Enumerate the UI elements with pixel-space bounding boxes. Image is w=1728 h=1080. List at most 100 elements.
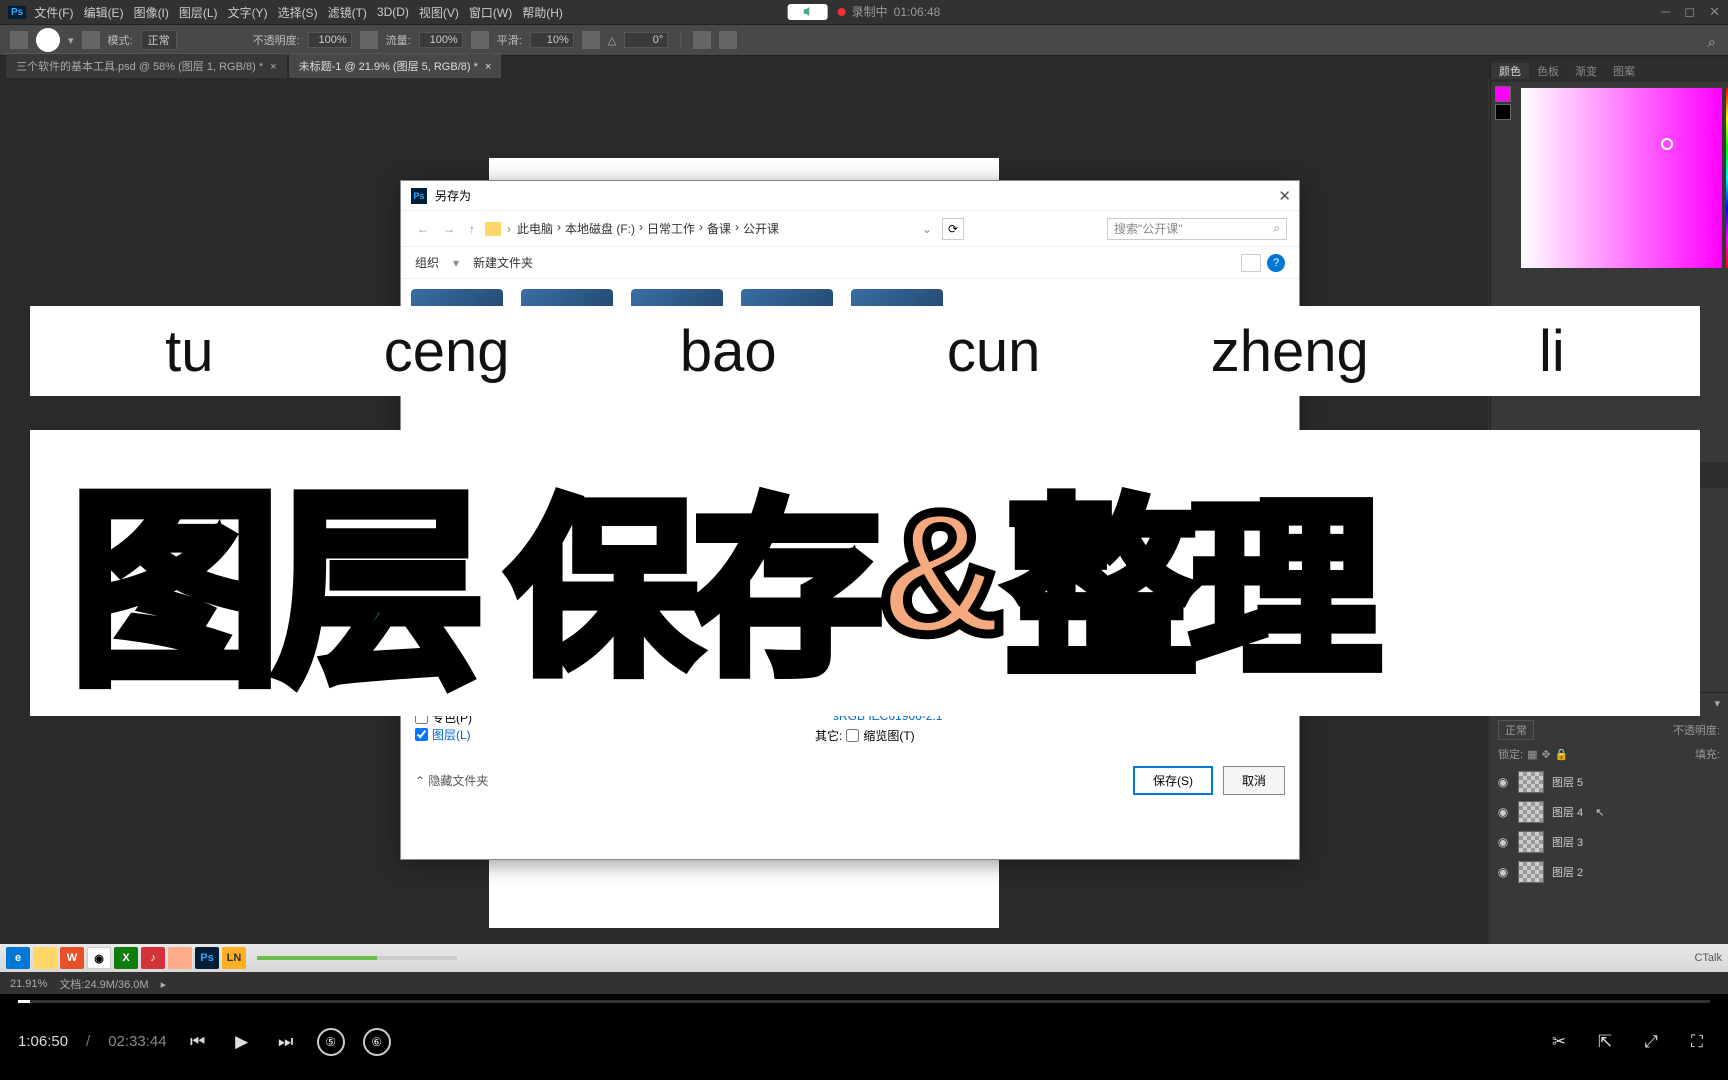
search-icon[interactable]: ⌕ [1708,34,1716,51]
menu-3d[interactable]: 3D(D) [375,5,411,19]
next-icon[interactable]: ⏭ [273,1029,299,1055]
pressure-opacity-icon[interactable] [360,31,378,49]
record-time: 01:06:48 [894,5,941,19]
tab-gradient[interactable]: 渐变 [1567,63,1605,79]
cursor-icon: ↖ [1595,806,1604,819]
maximize-icon[interactable]: ◻ [1684,4,1695,20]
layer-row[interactable]: ◉图层 2 [1490,857,1728,887]
title-ampersand: & [878,473,1004,674]
menu-image[interactable]: 图像(I) [132,4,171,21]
tab-doc-1[interactable]: 三个软件的基本工具.psd @ 58% (图层 1, RGB/8) * × [6,53,287,78]
thumbnail-checkbox[interactable] [846,729,859,742]
angle-value[interactable]: 0° [624,32,668,48]
status-arrow-icon[interactable]: ▸ [161,978,167,991]
blend-mode[interactable]: 正常 [1498,720,1534,740]
opacity-value[interactable]: 100% [308,32,352,48]
menu-help[interactable]: 帮助(H) [520,4,565,21]
nav-back-icon[interactable]: ← [413,222,433,236]
rate-6-button[interactable]: ⑥ [363,1028,391,1056]
menu-filter[interactable]: 滤镜(T) [326,4,369,21]
menu-select[interactable]: 选择(S) [276,4,320,21]
flow-label: 流量: [386,32,411,48]
app-icon-2[interactable] [168,947,192,969]
prev-icon[interactable]: ⏮ [185,1029,211,1055]
layer-row[interactable]: ◉图层 3 [1490,827,1728,857]
brush-preview[interactable] [36,28,60,52]
overlay-icon[interactable] [82,31,100,49]
zoom-level[interactable]: 21.91% [10,978,47,990]
menu-edit[interactable]: 编辑(E) [82,4,126,21]
save-button[interactable]: 保存(S) [1133,766,1213,795]
tab-color[interactable]: 颜色 [1491,63,1529,79]
help-icon[interactable]: ? [1267,254,1285,272]
layer-row[interactable]: ◉图层 5 [1490,767,1728,797]
rate-5-button[interactable]: ⑤ [317,1028,345,1056]
visibility-icon[interactable]: ◉ [1496,805,1510,819]
tab-swatches[interactable]: 色板 [1529,63,1567,79]
tab-close-icon[interactable]: × [485,61,491,73]
airbrush-icon[interactable] [471,31,489,49]
smooth-label: 平滑: [497,32,522,48]
netease-icon[interactable]: ♪ [141,947,165,969]
scissors-icon[interactable]: ✂ [1546,1029,1572,1055]
mode-dropdown[interactable]: 正常 [141,30,177,50]
organize-menu[interactable]: 组织 [415,254,439,271]
expand-icon[interactable]: ⤢ [1638,1029,1664,1055]
ln-icon[interactable]: LN [222,947,246,969]
home-icon[interactable] [10,31,28,49]
dialog-close-icon[interactable]: ✕ [1278,187,1291,205]
app-icon[interactable]: ◉ [87,947,111,969]
taskbar-progress [257,956,457,960]
color-picker[interactable] [1521,88,1722,268]
refresh-icon[interactable]: ⟳ [942,218,964,240]
play-icon[interactable]: ▶ [229,1029,255,1055]
symmetry-icon[interactable] [719,31,737,49]
fullscreen-icon[interactable]: ⛶ [1684,1029,1710,1055]
breadcrumb-dropdown-icon[interactable]: ⌄ [922,222,932,236]
fg-bg-swatches[interactable] [1491,82,1515,274]
view-mode-icon[interactable] [1241,254,1261,272]
breadcrumb[interactable]: 此电脑› 本地磁盘 (F:)› 日常工作› 备课› 公开课 [517,220,779,237]
flow-value[interactable]: 100% [419,32,463,48]
smooth-value[interactable]: 10% [530,32,574,48]
pinyin-overlay: tu ceng bao cun zheng li [30,306,1700,396]
lock-pixels-icon[interactable]: ▦ [1527,748,1537,761]
layers-checkbox[interactable] [415,728,428,741]
lock-position-icon[interactable]: ✥ [1541,748,1550,761]
menu-window[interactable]: 窗口(W) [467,4,514,21]
speaker-icon [788,4,828,20]
nav-fwd-icon[interactable]: → [439,222,459,236]
menu-type[interactable]: 文字(Y) [226,4,270,21]
menu-layer[interactable]: 图层(L) [177,4,220,21]
menu-view[interactable]: 视图(V) [417,4,461,21]
title-word-2: 保存 [508,436,876,711]
layer-row[interactable]: ◉图层 4↖ [1490,797,1728,827]
search-input[interactable]: 搜索"公开课"⌕ [1107,218,1287,240]
excel-icon[interactable]: X [114,947,138,969]
nav-up-icon[interactable]: ↑ [465,222,479,236]
lock-all-icon[interactable]: 🔒 [1555,748,1569,761]
tab-pattern[interactable]: 图案 [1605,63,1643,79]
photoshop-icon[interactable]: Ps [195,947,219,969]
chevron-down-icon[interactable]: ▾ [68,34,74,47]
divider [680,30,681,50]
minimize-icon[interactable]: ─ [1661,4,1670,20]
visibility-icon[interactable]: ◉ [1496,865,1510,879]
visibility-icon[interactable]: ◉ [1496,835,1510,849]
share-icon[interactable]: ⇱ [1592,1029,1618,1055]
tab-doc-2[interactable]: 未标题-1 @ 21.9% (图层 5, RGB/8) * × [289,53,502,78]
wps-icon[interactable]: W [60,947,84,969]
pressure-size-icon[interactable] [693,31,711,49]
cancel-button[interactable]: 取消 [1223,766,1285,795]
hide-folders-toggle[interactable]: ⌃ 隐藏文件夹 [415,772,488,789]
explorer-icon[interactable] [33,947,57,969]
edge-icon[interactable]: e [6,947,30,969]
tab-close-icon[interactable]: × [270,61,276,73]
gear-icon[interactable] [582,31,600,49]
new-folder-button[interactable]: 新建文件夹 [473,254,533,271]
layer-opacity-label: 不透明度: [1673,722,1720,738]
visibility-icon[interactable]: ◉ [1496,775,1510,789]
current-time: 1:06:50 [18,1033,68,1050]
menu-file[interactable]: 文件(F) [32,4,75,21]
close-icon[interactable]: ✕ [1709,4,1720,20]
